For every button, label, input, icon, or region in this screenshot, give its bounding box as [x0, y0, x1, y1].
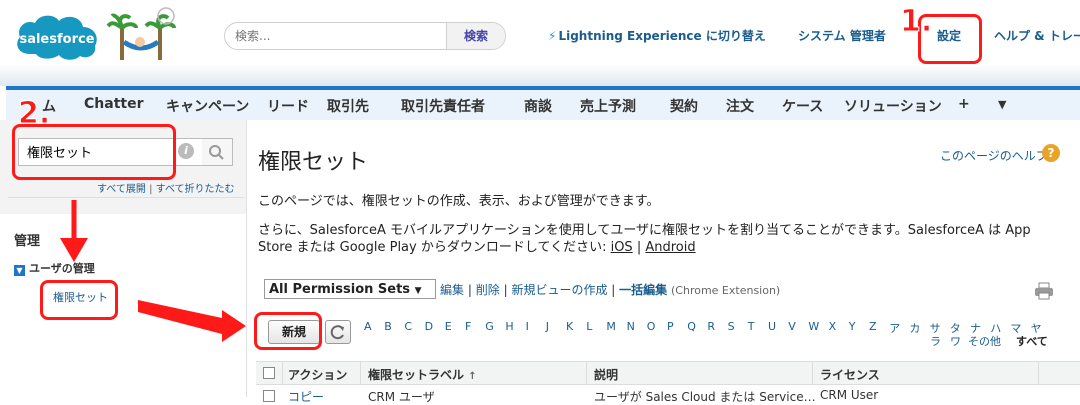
annotation-arrow-down-head — [60, 238, 88, 262]
annotation-arrows — [60, 200, 246, 342]
annotation-arrow-right — [138, 300, 246, 342]
